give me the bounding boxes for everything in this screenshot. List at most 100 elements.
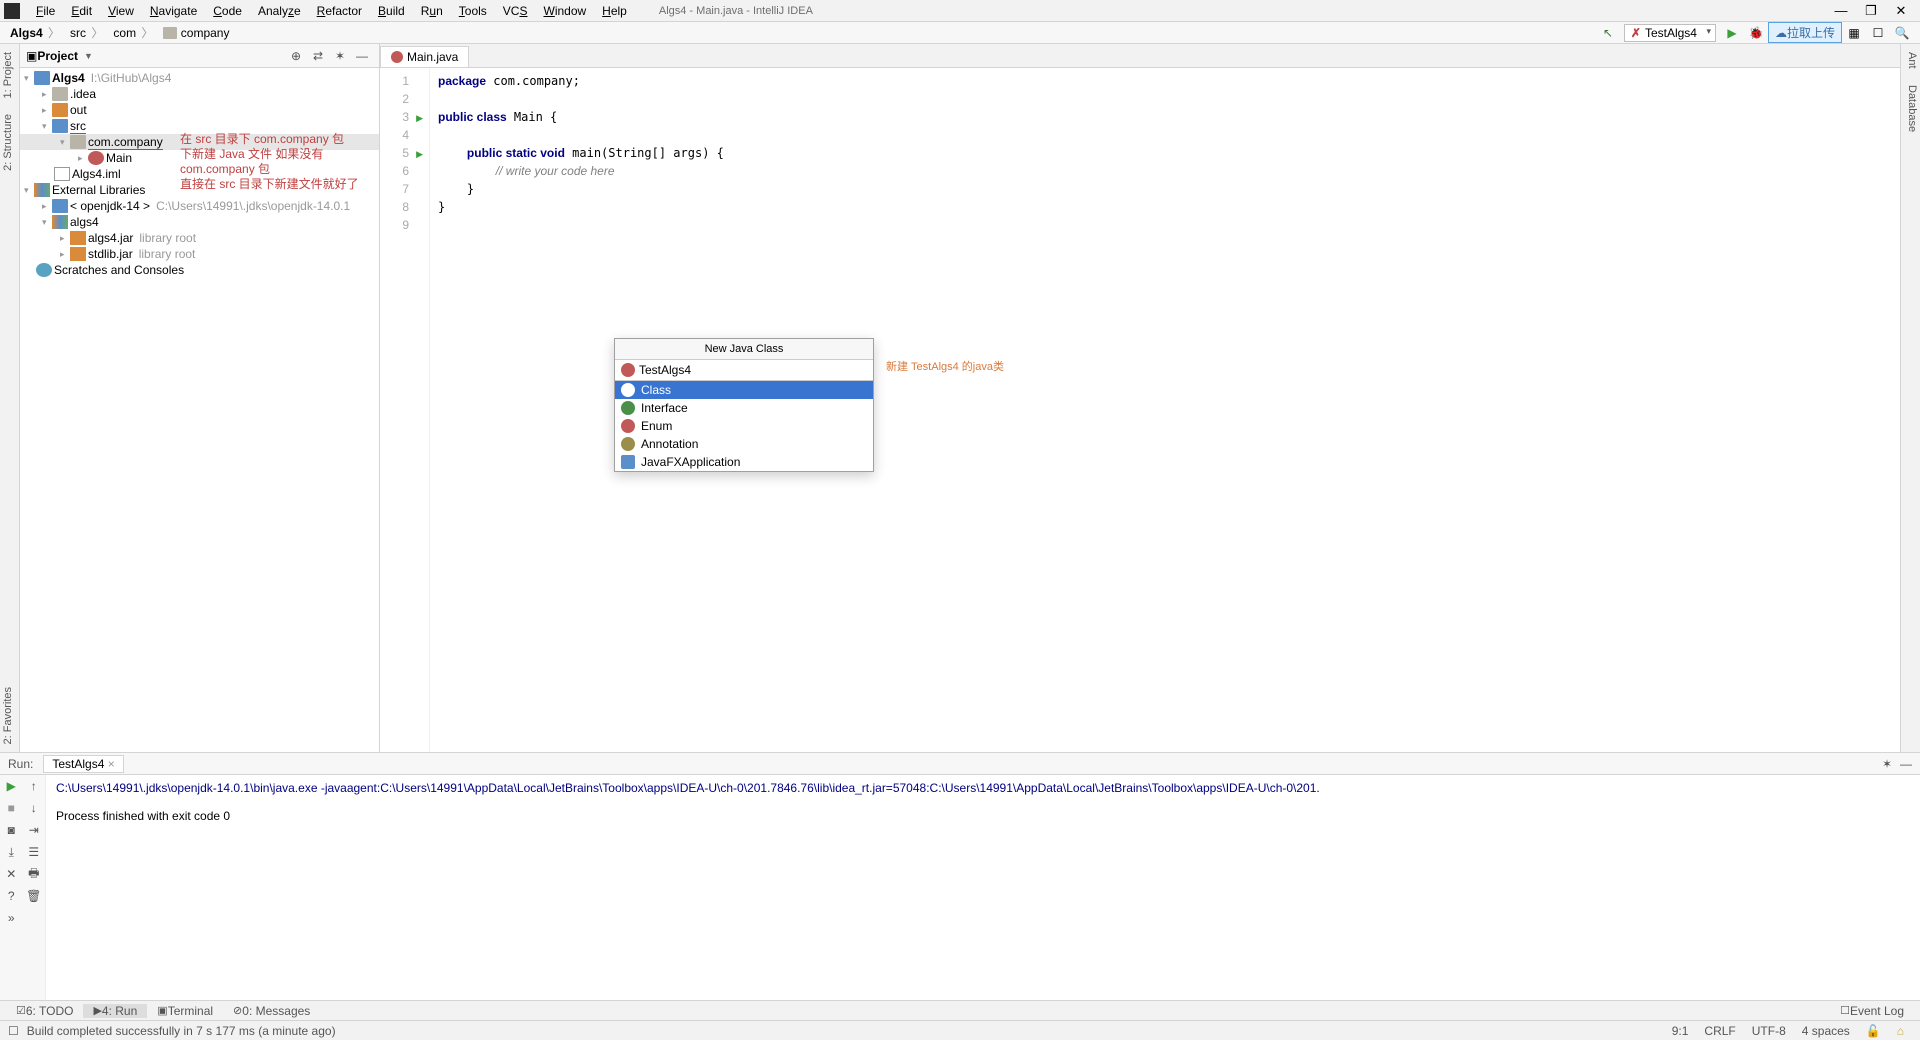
debug-button[interactable]: 🐞 [1745,23,1767,43]
export-icon[interactable]: ⤓ [0,841,23,863]
menu-navigate[interactable]: Navigate [142,2,205,20]
menu-analyze[interactable]: Analyze [250,2,309,20]
tree-idea[interactable]: ▸.idea [20,86,379,102]
trash-icon[interactable]: 🗑 [23,885,46,907]
status-position[interactable]: 9:1 [1672,1024,1689,1038]
more-icon[interactable]: » [0,907,23,929]
annotation-text: 在 src 目录下 com.company 包下新建 Java 文件 如果没有 … [180,132,379,192]
hide-icon[interactable]: — [1900,757,1912,771]
camera-icon[interactable]: ◙ [0,819,23,841]
hide-icon[interactable]: — [353,49,371,63]
crumb-com[interactable]: com 〉 [109,24,159,41]
branch-icon[interactable]: ⌂ [1897,1024,1904,1038]
search-icon[interactable]: 🔍 [1891,23,1913,43]
menu-refactor[interactable]: Refactor [309,2,370,20]
layout-icon[interactable]: ☐ [1867,23,1889,43]
lock-icon[interactable]: 🔓 [1866,1024,1881,1038]
menu-run[interactable]: Run [413,2,451,20]
run-tab-testalgs4[interactable]: TestAlgs4 × [43,755,123,773]
menu-vcs[interactable]: VCS [495,2,536,20]
status-indent[interactable]: 4 spaces [1802,1024,1850,1038]
dialog-title: New Java Class [615,339,873,360]
expand-icon[interactable]: ⇄ [309,49,327,63]
project-tree[interactable]: ▾Algs4I:\GitHub\Algs4 ▸.idea ▸out ▾src ▾… [20,68,379,752]
run-tool-window: Run: TestAlgs4 × ✶ — ▶ ↑ ■ ↓ ◙ ⇥ ⤓ ☰ ✕ 🖶… [0,752,1920,1000]
minimize-button[interactable]: — [1826,3,1856,18]
run-config-selector[interactable]: ✗TestAlgs4 [1624,24,1716,42]
crumb-algs4[interactable]: Algs4 〉 [6,24,66,41]
chevron-down-icon[interactable]: ▼ [84,51,93,61]
project-view-icon: ▣ [26,49,37,63]
option-interface[interactable]: Interface [615,399,873,417]
bottom-tool-tabs: ☑ 6: TODO ▶ 4: Run ▣ Terminal ⊘ 0: Messa… [0,1000,1920,1020]
option-enum[interactable]: Enum [615,417,873,435]
tab-structure[interactable]: 2: Structure [0,106,19,179]
menu-bar: File Edit View Navigate Code Analyze Ref… [0,0,1920,22]
close-button[interactable]: ✕ [1886,3,1916,19]
tab-terminal[interactable]: ▣ Terminal [147,1004,223,1018]
option-annotation[interactable]: Annotation [615,435,873,453]
tree-jdk[interactable]: ▸< openjdk-14 >C:\Users\14991\.jdks\open… [20,198,379,214]
menu-file[interactable]: File [28,2,63,20]
menu-help[interactable]: Help [594,2,635,20]
tree-algs4jar[interactable]: ▸algs4.jarlibrary root [20,230,379,246]
editor-body[interactable]: 123456789 package com.company; public cl… [380,68,1900,752]
dialog-annotation: 新建 TestAlgs4 的java类 [886,360,1004,374]
menu-edit[interactable]: Edit [63,2,100,20]
locate-icon[interactable]: ⊕ [287,49,305,63]
panel-title[interactable]: Project [37,49,78,63]
tree-algs4[interactable]: ▾algs4 [20,214,379,230]
editor-tab-main[interactable]: Main.java [380,46,469,67]
down-button[interactable]: ↓ [23,797,46,819]
crumb-src[interactable]: src 〉 [66,24,109,41]
class-icon [621,363,635,377]
tab-project[interactable]: 1: Project [0,44,19,106]
tab-ant[interactable]: Ant [1901,44,1920,77]
tab-favorites[interactable]: 2: Favorites [0,679,19,752]
tab-database[interactable]: Database [1901,77,1920,140]
class-name-input[interactable] [639,363,867,377]
gear-icon[interactable]: ✶ [1882,757,1892,771]
menu-build[interactable]: Build [370,2,413,20]
close-icon[interactable]: × [108,757,115,771]
tree-scratches[interactable]: Scratches and Consoles [20,262,379,278]
class-icon [391,51,403,63]
option-javafx[interactable]: JavaFXApplication [615,453,873,471]
wrap-icon[interactable]: ⇥ [23,819,46,841]
tree-root[interactable]: ▾Algs4I:\GitHub\Algs4 [20,70,379,86]
left-tool-rail: 1: Project 2: Structure 2: Favorites [0,44,20,752]
tab-messages[interactable]: ⊘ 0: Messages [223,1004,320,1018]
tab-todo[interactable]: ☑ 6: TODO [6,1004,83,1018]
close-icon[interactable]: ✕ [0,863,23,885]
app-logo [4,3,20,19]
rerun-button[interactable]: ▶ [0,775,23,797]
right-tool-rail: Ant Database [1900,44,1920,752]
status-encoding[interactable]: UTF-8 [1752,1024,1786,1038]
print-icon[interactable]: 🖶 [23,863,46,885]
crumb-company[interactable]: company [159,26,233,40]
menu-code[interactable]: Code [205,2,250,20]
tree-stdlibjar[interactable]: ▸stdlib.jarlibrary root [20,246,379,262]
upload-button[interactable]: ☁ 拉取上传 [1768,22,1842,43]
structure-icon[interactable]: ▦ [1843,23,1865,43]
status-line-sep[interactable]: CRLF [1704,1024,1735,1038]
tab-eventlog[interactable]: ☐ Event Log [1830,1004,1914,1018]
back-button[interactable]: ↖ [1597,23,1619,43]
scroll-icon[interactable]: ☰ [23,841,46,863]
run-button[interactable]: ▶ [1721,23,1743,43]
tree-out[interactable]: ▸out [20,102,379,118]
up-button[interactable]: ↑ [23,775,46,797]
menu-window[interactable]: Window [535,2,594,20]
tab-run[interactable]: ▶ 4: Run [83,1004,147,1018]
option-class[interactable]: Class [615,381,873,399]
navigation-bar: Algs4 〉 src 〉 com 〉 company ↖ ✗TestAlgs4… [0,22,1920,44]
menu-tools[interactable]: Tools [451,2,495,20]
menu-view[interactable]: View [100,2,142,20]
stop-button[interactable]: ■ [0,797,23,819]
editor-gutter: 123456789 [380,68,430,752]
help-icon[interactable]: ? [0,885,23,907]
run-output[interactable]: C:\Users\14991\.jdks\openjdk-14.0.1\bin\… [46,775,1920,1000]
run-title: Run: [8,757,33,771]
gear-icon[interactable]: ✶ [331,49,349,63]
maximize-button[interactable]: ❐ [1856,3,1886,19]
